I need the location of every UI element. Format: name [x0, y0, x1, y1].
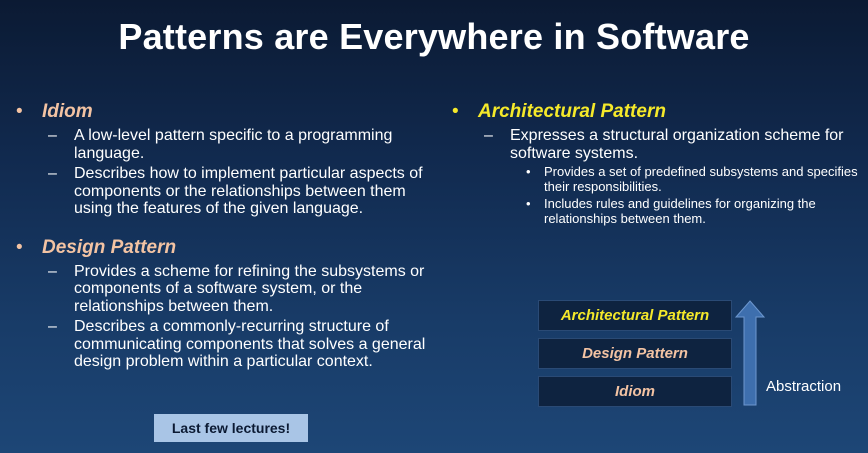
design-label: Design Pattern — [42, 236, 177, 258]
idiom-label: Idiom — [42, 101, 93, 122]
design-item-text: Provides a scheme for refining the subsy… — [74, 262, 425, 315]
design-bullet: • Design Pattern — [16, 236, 436, 260]
left-column: • Idiom – A low-level pattern specific t… — [16, 100, 436, 371]
abstraction-label: Abstraction — [766, 378, 842, 395]
sub-bullet-dot: • — [526, 196, 531, 211]
design-item-2: – Describes a commonly-recurring structu… — [16, 318, 436, 371]
architectural-item: – Expresses a structural organization sc… — [452, 127, 862, 162]
architectural-label: Architectural Pattern — [478, 101, 666, 122]
abstraction-arrow-icon — [735, 300, 765, 406]
architectural-subitem-text: Includes rules and guidelines for organi… — [544, 196, 816, 226]
architectural-subitem-2: • Includes rules and guidelines for orga… — [452, 196, 862, 226]
bullet-dot: • — [16, 236, 23, 258]
bullet-dot: • — [16, 101, 23, 122]
dash-marker: – — [48, 262, 57, 280]
idiom-bullet: • Idiom — [16, 100, 436, 124]
level-architectural-pattern: Architectural Pattern — [538, 300, 732, 331]
idiom-item-2: – Describes how to implement particular … — [16, 165, 436, 218]
idiom-item-1: – A low-level pattern specific to a prog… — [16, 127, 436, 162]
slide: Patterns are Everywhere in Software • Id… — [0, 0, 868, 453]
right-column: • Architectural Pattern – Expresses a st… — [452, 100, 862, 226]
level-idiom: Idiom — [538, 376, 732, 407]
architectural-item-text: Expresses a structural organization sche… — [510, 127, 844, 162]
architectural-subitem-text: Provides a set of predefined subsystems … — [544, 164, 858, 194]
idiom-item-text: A low-level pattern specific to a progra… — [74, 127, 393, 162]
idiom-item-text: Describes how to implement particular as… — [74, 165, 423, 217]
architectural-bullet: • Architectural Pattern — [452, 100, 862, 124]
level-design-pattern: Design Pattern — [538, 338, 732, 369]
dash-marker: – — [48, 127, 57, 144]
slide-title: Patterns are Everywhere in Software — [118, 16, 750, 57]
sub-bullet-dot: • — [526, 164, 531, 179]
dash-marker: – — [48, 165, 57, 182]
dash-marker: – — [484, 127, 493, 144]
architectural-subitem-1: • Provides a set of predefined subsystem… — [452, 164, 862, 194]
design-item-1: – Provides a scheme for refining the sub… — [16, 263, 436, 316]
dash-marker: – — [48, 318, 57, 335]
design-item-text: Describes a commonly-recurring structure… — [74, 318, 426, 370]
last-lectures-note: Last few lectures! — [154, 414, 308, 442]
bullet-dot: • — [452, 101, 459, 122]
